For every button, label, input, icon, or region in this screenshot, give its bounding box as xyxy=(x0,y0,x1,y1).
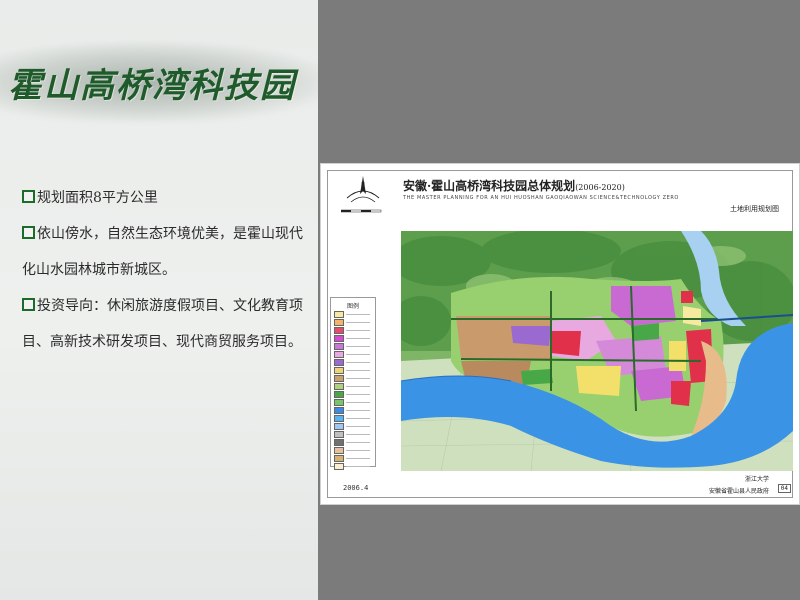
legend-label-line xyxy=(346,394,370,395)
legend-swatch xyxy=(334,311,344,318)
bullet-item-environment: 依山傍水，自然生态环境优美，是霍山现代化山水园林城市新城区。 xyxy=(22,226,303,278)
scale-bar-icon xyxy=(341,209,382,213)
land-use-map xyxy=(401,231,793,471)
legend-swatch xyxy=(334,343,344,350)
legend-swatch xyxy=(334,463,344,470)
legend-swatch xyxy=(334,351,344,358)
legend-label-line xyxy=(346,330,370,331)
legend-swatch xyxy=(334,407,344,414)
legend-label-line xyxy=(346,442,370,443)
legend-swatch xyxy=(334,359,344,366)
legend-item xyxy=(334,439,372,446)
legend-label-line xyxy=(346,450,370,451)
legend-item xyxy=(334,343,372,350)
legend-item xyxy=(334,351,372,358)
svg-text:N: N xyxy=(361,182,366,188)
map-subtitle: 土地利用规划图 xyxy=(730,205,779,213)
legend-item xyxy=(334,311,372,318)
legend-label-line xyxy=(346,346,370,347)
legend-label-line xyxy=(346,458,370,459)
legend-label-line xyxy=(346,362,370,363)
map-credit-university: 浙江大学 xyxy=(744,476,769,483)
checkbox-bullet-icon xyxy=(22,298,35,311)
legend-item xyxy=(334,447,372,454)
legend-item xyxy=(334,319,372,326)
legend-item xyxy=(334,391,372,398)
checkbox-bullet-icon xyxy=(22,226,35,239)
legend-label-line xyxy=(346,386,370,387)
legend-swatch xyxy=(334,423,344,430)
legend-label-line xyxy=(346,314,370,315)
legend-item xyxy=(334,455,372,462)
legend-swatch xyxy=(334,335,344,342)
legend-item xyxy=(334,359,372,366)
legend-label-line xyxy=(346,410,370,411)
legend-item xyxy=(334,367,372,374)
legend-swatch xyxy=(334,375,344,382)
legend-label-line xyxy=(346,354,370,355)
legend-label-line xyxy=(346,434,370,435)
legend-item xyxy=(334,383,372,390)
legend-item xyxy=(334,423,372,430)
legend-label-line xyxy=(346,370,370,371)
legend-swatch xyxy=(334,439,344,446)
legend-label-line xyxy=(346,466,370,467)
land-use-map-graphic xyxy=(401,231,793,471)
legend-swatch xyxy=(334,367,344,374)
legend-swatch xyxy=(334,319,344,326)
legend-swatch xyxy=(334,383,344,390)
legend-label-line xyxy=(346,418,370,419)
legend-label-line xyxy=(346,378,370,379)
legend-item xyxy=(334,399,372,406)
checkbox-bullet-icon xyxy=(22,190,35,203)
legend-item xyxy=(334,463,372,470)
legend-item xyxy=(334,327,372,334)
legend-swatch xyxy=(334,431,344,438)
map-title-english: THE MASTER PLANNING FOR AN HUI HUOSHAN G… xyxy=(403,195,679,201)
legend-swatch xyxy=(334,415,344,422)
legend-swatch xyxy=(334,399,344,406)
legend-swatch xyxy=(334,447,344,454)
legend-title: 图例 xyxy=(346,303,359,310)
legend-label-line xyxy=(346,338,370,339)
map-title: 安徽·霍山高桥湾科技园总体规划(2006-2020) xyxy=(403,179,625,193)
map-legend: 图例 xyxy=(330,297,376,470)
legend-item xyxy=(334,375,372,382)
legend-label-line xyxy=(346,426,370,427)
planning-map-sheet: N 安徽·霍山高桥湾科技园总体规划(2006-2020) THE MASTER … xyxy=(320,163,800,505)
map-date: 2006.4 xyxy=(343,484,369,492)
legend-item xyxy=(334,431,372,438)
legend-swatch xyxy=(334,391,344,398)
legend-swatch xyxy=(334,455,344,462)
legend-item xyxy=(334,407,372,414)
legend-item xyxy=(334,335,372,342)
bullet-item-investment: 投资导向：休闲旅游度假项目、文化教育项目、高新技术研发项目、现代商贸服务项目。 xyxy=(22,298,303,350)
map-credit-government: 安徽省霍山县人民政府 xyxy=(708,488,769,495)
slide-title: 霍山高桥湾科技园 xyxy=(8,66,296,106)
legend-swatch xyxy=(334,327,344,334)
slide-text-panel: 霍山高桥湾科技园 规划面积8平方公里 依山傍水，自然生态环境优美，是霍山现代化山… xyxy=(0,0,318,600)
bullet-list: 规划面积8平方公里 依山傍水，自然生态环境优美，是霍山现代化山水园林城市新城区。… xyxy=(22,180,304,360)
legend-label-line xyxy=(346,402,370,403)
legend-item xyxy=(334,415,372,422)
map-page-number: 04 xyxy=(777,484,791,493)
legend-label-line xyxy=(346,322,370,323)
bullet-item-area: 规划面积8平方公里 xyxy=(22,180,304,216)
